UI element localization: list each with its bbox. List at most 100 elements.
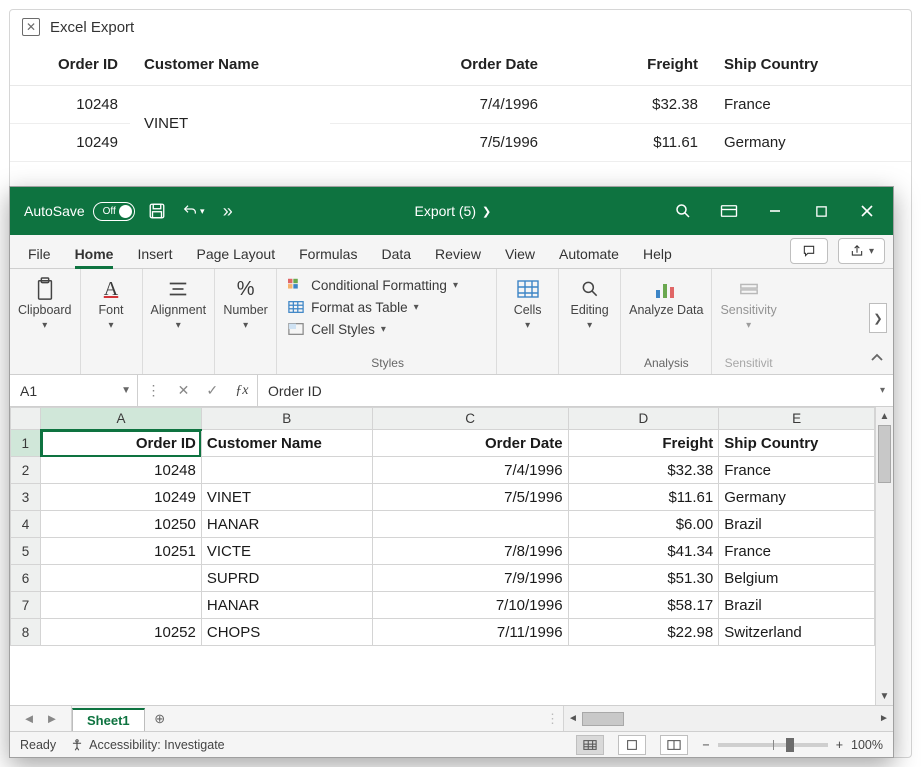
row-header[interactable]: 8 bbox=[11, 619, 41, 646]
row-header[interactable]: 2 bbox=[11, 457, 41, 484]
ribbon-scroll-right[interactable]: ❯ bbox=[869, 303, 887, 333]
tab-home[interactable]: Home bbox=[65, 240, 124, 268]
worksheet-grid[interactable]: A B C D E 1 Order ID Customer Name Order… bbox=[10, 407, 875, 646]
accessibility-status[interactable]: Accessibility: Investigate bbox=[70, 738, 224, 752]
cell[interactable]: 10248 bbox=[41, 457, 202, 484]
cell[interactable]: HANAR bbox=[201, 592, 372, 619]
cell[interactable]: France bbox=[719, 538, 875, 565]
col-header-b[interactable]: B bbox=[201, 408, 372, 430]
add-sheet-button[interactable]: ⊕ bbox=[145, 706, 175, 731]
cell[interactable]: 7/8/1996 bbox=[372, 538, 568, 565]
cell[interactable] bbox=[41, 565, 202, 592]
cell[interactable] bbox=[201, 457, 372, 484]
tab-data[interactable]: Data bbox=[371, 240, 421, 268]
cell-c1[interactable]: Order Date bbox=[372, 430, 568, 457]
scroll-track[interactable] bbox=[582, 712, 875, 726]
zoom-knob[interactable] bbox=[786, 738, 794, 752]
close-button[interactable] bbox=[847, 196, 887, 226]
next-sheet-icon[interactable]: ► bbox=[46, 711, 59, 726]
cells-button[interactable]: Cells ▾ bbox=[514, 275, 542, 331]
col-header-d[interactable]: D bbox=[568, 408, 719, 430]
cell[interactable] bbox=[41, 592, 202, 619]
cell-a1[interactable]: Order ID bbox=[41, 430, 202, 457]
horizontal-scrollbar[interactable]: ◄ ► bbox=[563, 706, 893, 731]
cell[interactable]: 10249 bbox=[41, 484, 202, 511]
zoom-control[interactable]: − + 100% bbox=[702, 738, 883, 752]
fx-icon[interactable]: ƒx bbox=[235, 383, 248, 399]
cell[interactable]: $22.98 bbox=[568, 619, 719, 646]
zoom-value[interactable]: 100% bbox=[851, 738, 883, 752]
conditional-formatting-button[interactable]: Conditional Formatting ▾ bbox=[287, 275, 488, 295]
ribbon-display-options-icon[interactable] bbox=[709, 196, 749, 226]
row-header[interactable]: 1 bbox=[11, 430, 41, 457]
row-header[interactable]: 4 bbox=[11, 511, 41, 538]
cell[interactable]: $11.61 bbox=[568, 484, 719, 511]
share-button[interactable]: ▾ bbox=[838, 238, 885, 264]
vertical-scrollbar[interactable]: ▲ ▼ bbox=[875, 407, 893, 705]
zoom-out-button[interactable]: − bbox=[702, 738, 709, 752]
scroll-thumb[interactable] bbox=[878, 425, 891, 483]
undo-icon[interactable]: ▾ bbox=[179, 197, 207, 225]
cell[interactable]: $51.30 bbox=[568, 565, 719, 592]
cell[interactable]: $41.34 bbox=[568, 538, 719, 565]
sensitivity-button[interactable]: Sensitivity ▾ bbox=[720, 275, 776, 331]
cell[interactable]: 10250 bbox=[41, 511, 202, 538]
quick-access-overflow[interactable]: » bbox=[215, 197, 243, 225]
search-icon[interactable] bbox=[663, 196, 703, 226]
row-header[interactable]: 6 bbox=[11, 565, 41, 592]
cell[interactable]: Switzerland bbox=[719, 619, 875, 646]
scroll-left-arrow[interactable]: ◄ bbox=[564, 706, 582, 731]
format-as-table-button[interactable]: Format as Table ▾ bbox=[287, 297, 488, 317]
cell[interactable] bbox=[372, 511, 568, 538]
save-icon[interactable] bbox=[143, 197, 171, 225]
scroll-down-arrow[interactable]: ▼ bbox=[876, 687, 893, 705]
view-normal-button[interactable] bbox=[576, 735, 604, 755]
cell[interactable]: 7/5/1996 bbox=[372, 484, 568, 511]
zoom-slider[interactable] bbox=[718, 743, 828, 747]
prev-sheet-icon[interactable]: ◄ bbox=[23, 711, 36, 726]
cell-d1[interactable]: Freight bbox=[568, 430, 719, 457]
autosave-switch[interactable]: Off bbox=[93, 202, 135, 221]
cell[interactable]: Brazil bbox=[719, 592, 875, 619]
comments-button[interactable] bbox=[790, 238, 828, 264]
tab-view[interactable]: View bbox=[495, 240, 545, 268]
formula-input[interactable]: Order ID ▾ bbox=[258, 375, 893, 406]
number-button[interactable]: % Number ▾ bbox=[223, 275, 267, 331]
cell[interactable]: 7/11/1996 bbox=[372, 619, 568, 646]
cell[interactable]: Belgium bbox=[719, 565, 875, 592]
enter-formula-icon[interactable]: ✓ bbox=[206, 382, 218, 399]
cell-styles-button[interactable]: Cell Styles ▾ bbox=[287, 319, 488, 339]
sheet-tab-sheet1[interactable]: Sheet1 bbox=[72, 708, 145, 731]
excel-export-icon[interactable]: ✕ bbox=[22, 18, 40, 36]
cell[interactable]: $6.00 bbox=[568, 511, 719, 538]
scroll-up-arrow[interactable]: ▲ bbox=[876, 407, 893, 425]
tab-help[interactable]: Help bbox=[633, 240, 682, 268]
tab-page-layout[interactable]: Page Layout bbox=[186, 240, 285, 268]
select-all-corner[interactable] bbox=[11, 408, 41, 430]
name-box[interactable]: A1 ▼ bbox=[10, 375, 138, 406]
collapse-ribbon-icon[interactable] bbox=[867, 348, 887, 368]
maximize-button[interactable] bbox=[801, 196, 841, 226]
paste-button[interactable]: Clipboard ▾ bbox=[18, 275, 72, 331]
cell-b1[interactable]: Customer Name bbox=[201, 430, 372, 457]
cancel-formula-icon[interactable]: ✕ bbox=[178, 382, 190, 399]
alignment-button[interactable]: Alignment ▾ bbox=[151, 275, 207, 331]
row-header[interactable]: 5 bbox=[11, 538, 41, 565]
view-page-break-button[interactable] bbox=[660, 735, 688, 755]
cell[interactable]: VICTE bbox=[201, 538, 372, 565]
expand-formula-bar-icon[interactable]: ▾ bbox=[880, 385, 885, 396]
view-page-layout-button[interactable] bbox=[618, 735, 646, 755]
cell[interactable]: VINET bbox=[201, 484, 372, 511]
cell[interactable]: HANAR bbox=[201, 511, 372, 538]
cell[interactable]: 7/4/1996 bbox=[372, 457, 568, 484]
zoom-in-button[interactable]: + bbox=[836, 738, 843, 752]
tab-insert[interactable]: Insert bbox=[127, 240, 182, 268]
scroll-thumb[interactable] bbox=[582, 712, 624, 726]
cell[interactable]: Germany bbox=[719, 484, 875, 511]
document-title[interactable]: Export (5) ❯ bbox=[251, 203, 655, 219]
row-header[interactable]: 3 bbox=[11, 484, 41, 511]
formula-more-icon[interactable]: ⋮ bbox=[147, 382, 161, 399]
scroll-right-arrow[interactable]: ► bbox=[875, 706, 893, 731]
tab-file[interactable]: File bbox=[18, 240, 61, 268]
analyze-data-button[interactable]: Analyze Data bbox=[629, 275, 703, 318]
